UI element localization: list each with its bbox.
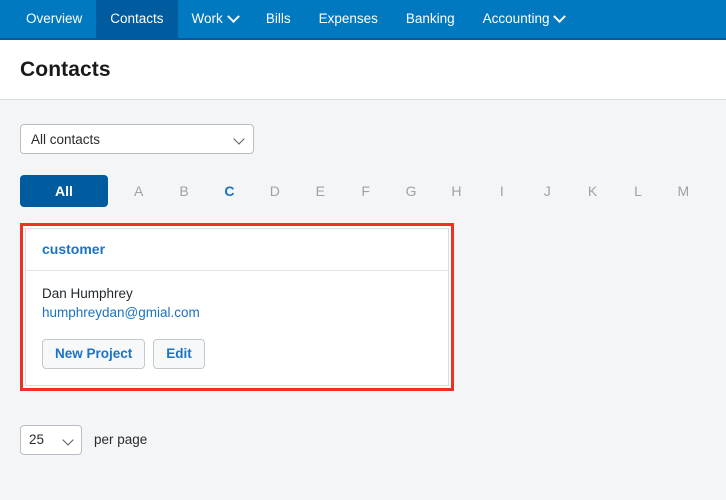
alphabet-letter-h: H [451,183,462,199]
per-page-value: 25 [29,432,45,447]
page-title: Contacts [20,57,111,81]
edit-button[interactable]: Edit [153,339,205,369]
alphabet-filter: All A B C D E F G H I J K L M [20,175,706,207]
alphabet-letter-list: A B C D E F G H I J K L M [116,183,706,199]
alphabet-filter-all[interactable]: All [20,175,108,207]
alphabet-letter-l: L [634,183,642,199]
nav-item-expenses[interactable]: Expenses [305,0,392,38]
contact-name: Dan Humphrey [42,286,133,301]
chevron-down-icon [62,433,74,446]
nav-item-label: Accounting [482,11,550,27]
new-project-button[interactable]: New Project [42,339,146,369]
contact-card-actions: New Project Edit [42,339,432,369]
nav-item-label: Banking [405,11,455,27]
nav-item-label: Bills [265,11,291,27]
contact-card-header: customer [26,229,448,271]
alphabet-letter-f: F [361,183,370,199]
per-page-select[interactable]: 25 [20,424,82,455]
contact-group-title[interactable]: customer [42,241,105,257]
nav-item-overview[interactable]: Overview [12,0,96,38]
main-navigation-bar: Overview Contacts Work Bills Expenses Ba… [0,0,726,40]
chevron-down-icon [233,133,245,145]
nav-item-label: Overview [26,11,83,27]
alphabet-letter-b: B [179,183,189,199]
alphabet-letter-d: D [269,183,280,199]
nav-item-label: Expenses [318,11,378,27]
contact-card: customer Dan Humphrey humphreydan@gmial.… [25,228,449,386]
alphabet-letter-e: E [315,183,325,199]
nav-item-label: Contacts [110,11,164,27]
pagination-controls: 25 per page [20,424,706,455]
alphabet-letter-a: A [134,183,144,199]
page-header: Contacts [0,40,726,100]
alphabet-all-label: All [55,183,73,199]
nav-item-work[interactable]: Work [178,0,252,38]
contact-filter-value: All contacts [31,131,101,147]
per-page-label: per page [94,432,148,447]
contact-card-body: Dan Humphrey humphreydan@gmial.com New P… [26,271,448,385]
alphabet-letter-i: I [499,183,504,199]
contact-filter-select[interactable]: All contacts [20,124,254,154]
alphabet-letter-j: J [543,183,551,199]
alphabet-letter-k: K [587,183,598,199]
contact-email-link[interactable]: humphreydan@gmial.com [42,305,200,320]
alphabet-letter-g: G [405,183,417,199]
nav-item-contacts[interactable]: Contacts [96,0,178,38]
contact-card-highlight: customer Dan Humphrey humphreydan@gmial.… [20,223,454,391]
nav-item-bills[interactable]: Bills [252,0,305,38]
page-content: All contacts All A B C D E F G H I J K L… [0,100,726,455]
nav-item-label: Work [191,11,223,27]
nav-item-banking[interactable]: Banking [392,0,469,38]
chevron-down-icon [553,9,567,23]
alphabet-letter-c[interactable]: C [207,183,252,199]
nav-item-accounting[interactable]: Accounting [469,0,579,38]
chevron-down-icon [226,9,240,23]
alphabet-letter-m: M [677,183,690,199]
